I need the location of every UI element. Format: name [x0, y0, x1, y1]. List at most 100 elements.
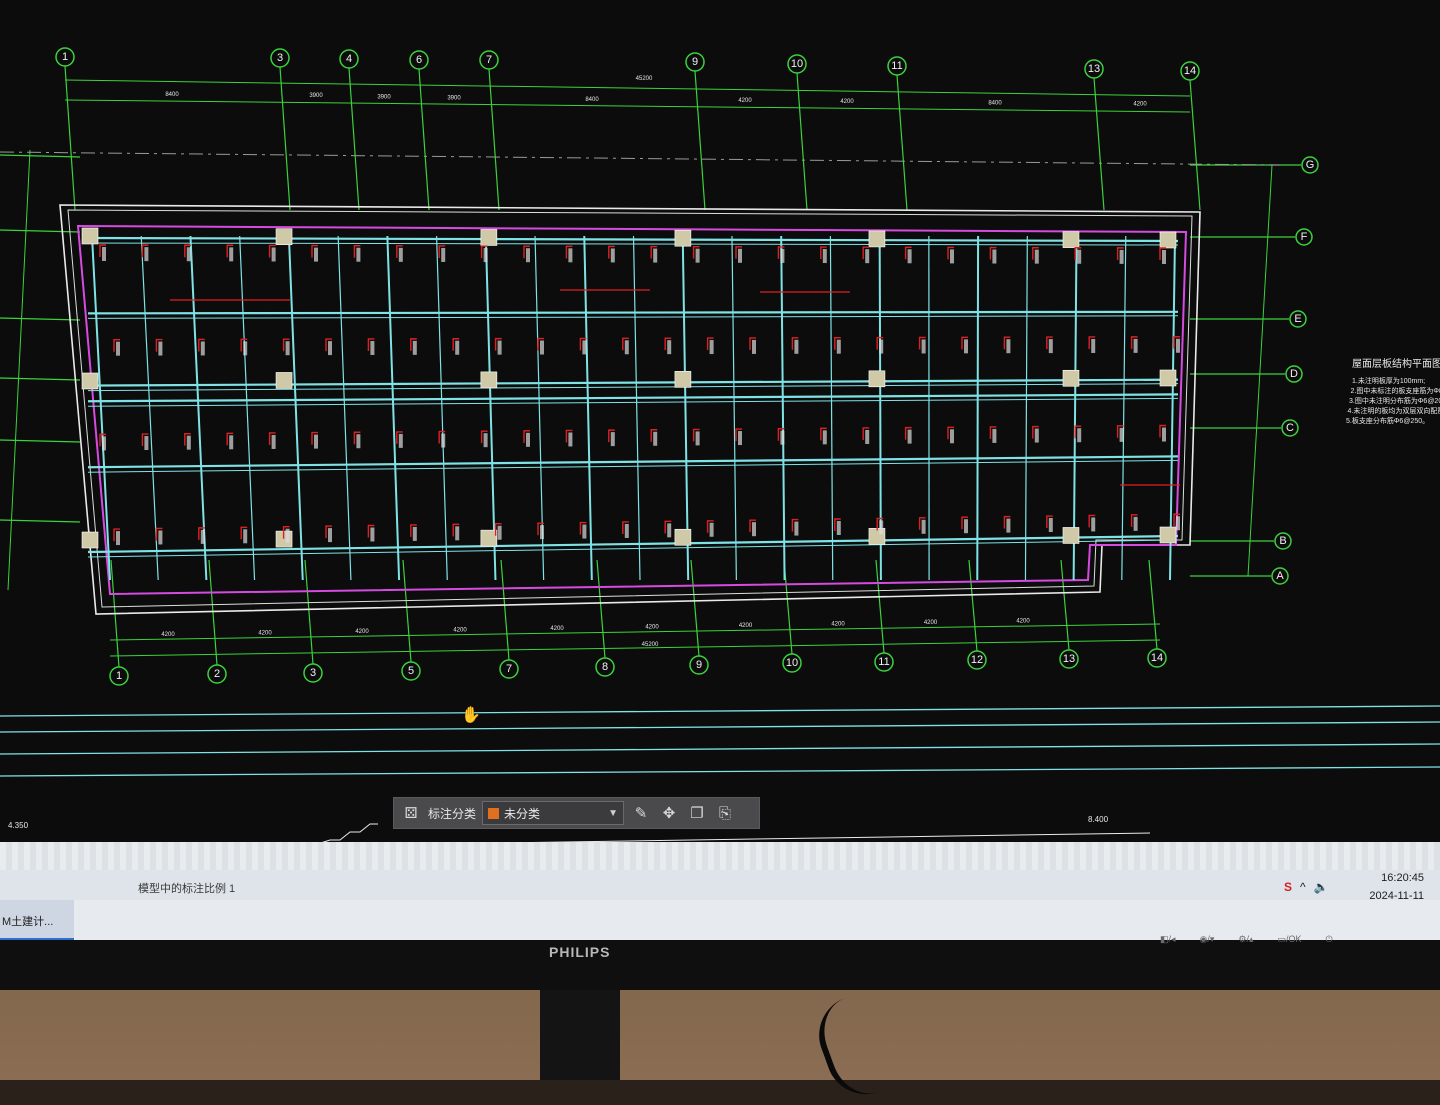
beam: [141, 236, 158, 580]
rebar-label: [441, 434, 445, 448]
axis-label: 12: [971, 654, 983, 666]
rebar-label: [102, 247, 106, 261]
dimension-text: 4200: [550, 626, 564, 632]
dimension-text: 4200: [738, 98, 752, 104]
clock-date[interactable]: 2024-11-11: [1369, 890, 1424, 902]
grid-line: [403, 560, 411, 662]
dimension-text: 3900: [309, 93, 323, 99]
rebar-label: [272, 247, 276, 261]
rebar-label: [1134, 339, 1138, 353]
category-dropdown[interactable]: 未分类 ▼: [482, 801, 624, 825]
grid-line: [8, 150, 30, 590]
grid-line: [0, 155, 80, 157]
chevron-down-icon: ▼: [608, 808, 618, 819]
rebar-label: [667, 340, 671, 354]
rebar-label: [413, 527, 417, 541]
power-icon[interactable]: ⏻: [1326, 934, 1333, 945]
clock-time[interactable]: 16:20:45: [1381, 872, 1424, 884]
axis-label: 13: [1063, 653, 1075, 665]
axis-label: 2: [214, 668, 220, 680]
rebar-label: [625, 524, 629, 538]
grid-line: [501, 560, 509, 660]
axis-label: 9: [696, 659, 702, 671]
grid-line: [489, 69, 499, 210]
volume-icon[interactable]: 🔈: [1314, 880, 1329, 894]
monitor-button[interactable]: ⚙/▴: [1238, 934, 1253, 945]
rebar-label: [582, 525, 586, 539]
taskbar-app-button[interactable]: M土建计...: [0, 900, 74, 940]
section-line: [0, 744, 1440, 754]
rebar-label: [780, 249, 784, 263]
rebar-label: [243, 341, 247, 355]
section-line: [0, 767, 1440, 776]
monitor-button[interactable]: ▭/OK: [1278, 934, 1302, 945]
model-scale-text: 模型中的标注比例 1: [138, 880, 235, 896]
rebar-label: [710, 523, 714, 537]
dimension-total: 45200: [636, 76, 653, 82]
rebar-label: [950, 249, 954, 263]
rebar-label: [1176, 339, 1180, 353]
dimension-text: 4200: [924, 620, 938, 626]
dimension-line: [65, 80, 1190, 96]
axis-label: 9: [692, 56, 698, 68]
dimension-text: 4200: [453, 628, 467, 634]
grid-line: [0, 520, 80, 522]
rebar-label: [201, 530, 205, 544]
rebar-label: [710, 340, 714, 354]
rebar-label: [696, 431, 700, 445]
section-line: [0, 706, 1440, 716]
rebar-label: [1006, 519, 1010, 533]
rebar-label: [794, 340, 798, 354]
rebar-label: [568, 432, 572, 446]
dimension-text: 8400: [988, 100, 1002, 106]
rebar-label: [837, 340, 841, 354]
dimension-line: [110, 640, 1160, 656]
rebar-label: [752, 340, 756, 354]
rebar-label: [455, 526, 459, 540]
rebar-label: [526, 248, 530, 262]
rebar-label: [484, 433, 488, 447]
grid-line: [0, 318, 80, 320]
column: [82, 532, 98, 548]
monitor-button[interactable]: ◉/▾: [1200, 934, 1215, 945]
classify-icon[interactable]: ⚄: [400, 802, 422, 824]
column: [481, 229, 497, 245]
center-line: [0, 152, 1280, 165]
rebar-label: [399, 248, 403, 262]
chevron-up-icon[interactable]: ^: [1300, 880, 1306, 894]
annotation-toolbar: ⚄ 标注分类 未分类 ▼ ✎ ✥ ❐ ⎘: [393, 797, 760, 829]
rebar-label: [625, 340, 629, 354]
rebar-label: [780, 431, 784, 445]
axis-label: C: [1286, 422, 1294, 434]
rebar-label: [498, 341, 502, 355]
column: [82, 228, 98, 244]
ime-icon[interactable]: S: [1284, 880, 1292, 894]
rebar-label: [144, 247, 148, 261]
rebar-label: [399, 434, 403, 448]
hand-cursor-icon: ✋: [461, 705, 481, 725]
section-label-right: 8.400: [1088, 815, 1109, 824]
paste-icon[interactable]: ⎘: [714, 802, 736, 824]
rebar-label: [1091, 517, 1095, 531]
dimension-text: 4200: [831, 622, 845, 628]
copy-icon[interactable]: ❐: [686, 802, 708, 824]
grid-line: [695, 71, 705, 210]
rebar-label: [370, 341, 374, 355]
beam: [1025, 236, 1027, 580]
grid-line: [1149, 560, 1157, 649]
axis-label: 13: [1088, 63, 1100, 75]
dimension-text: 3900: [377, 94, 391, 100]
note-line: 5.板支座分布筋Φ6@250。: [1346, 416, 1429, 425]
column: [1160, 370, 1176, 386]
rebar-label: [922, 339, 926, 353]
monitor-brand-logo: PHILIPS: [549, 944, 610, 960]
rebar-label: [1035, 429, 1039, 443]
move-icon[interactable]: ✥: [658, 802, 680, 824]
column: [1063, 527, 1079, 543]
edit-icon[interactable]: ✎: [630, 802, 652, 824]
axis-label: 7: [486, 54, 492, 66]
monitor-button[interactable]: ◧/◂: [1160, 934, 1176, 945]
cad-screen[interactable]: 1346791011131484003900390039008400420042…: [0, 0, 1440, 940]
dimension-text: 4200: [1016, 619, 1030, 625]
rebar-label: [611, 248, 615, 262]
